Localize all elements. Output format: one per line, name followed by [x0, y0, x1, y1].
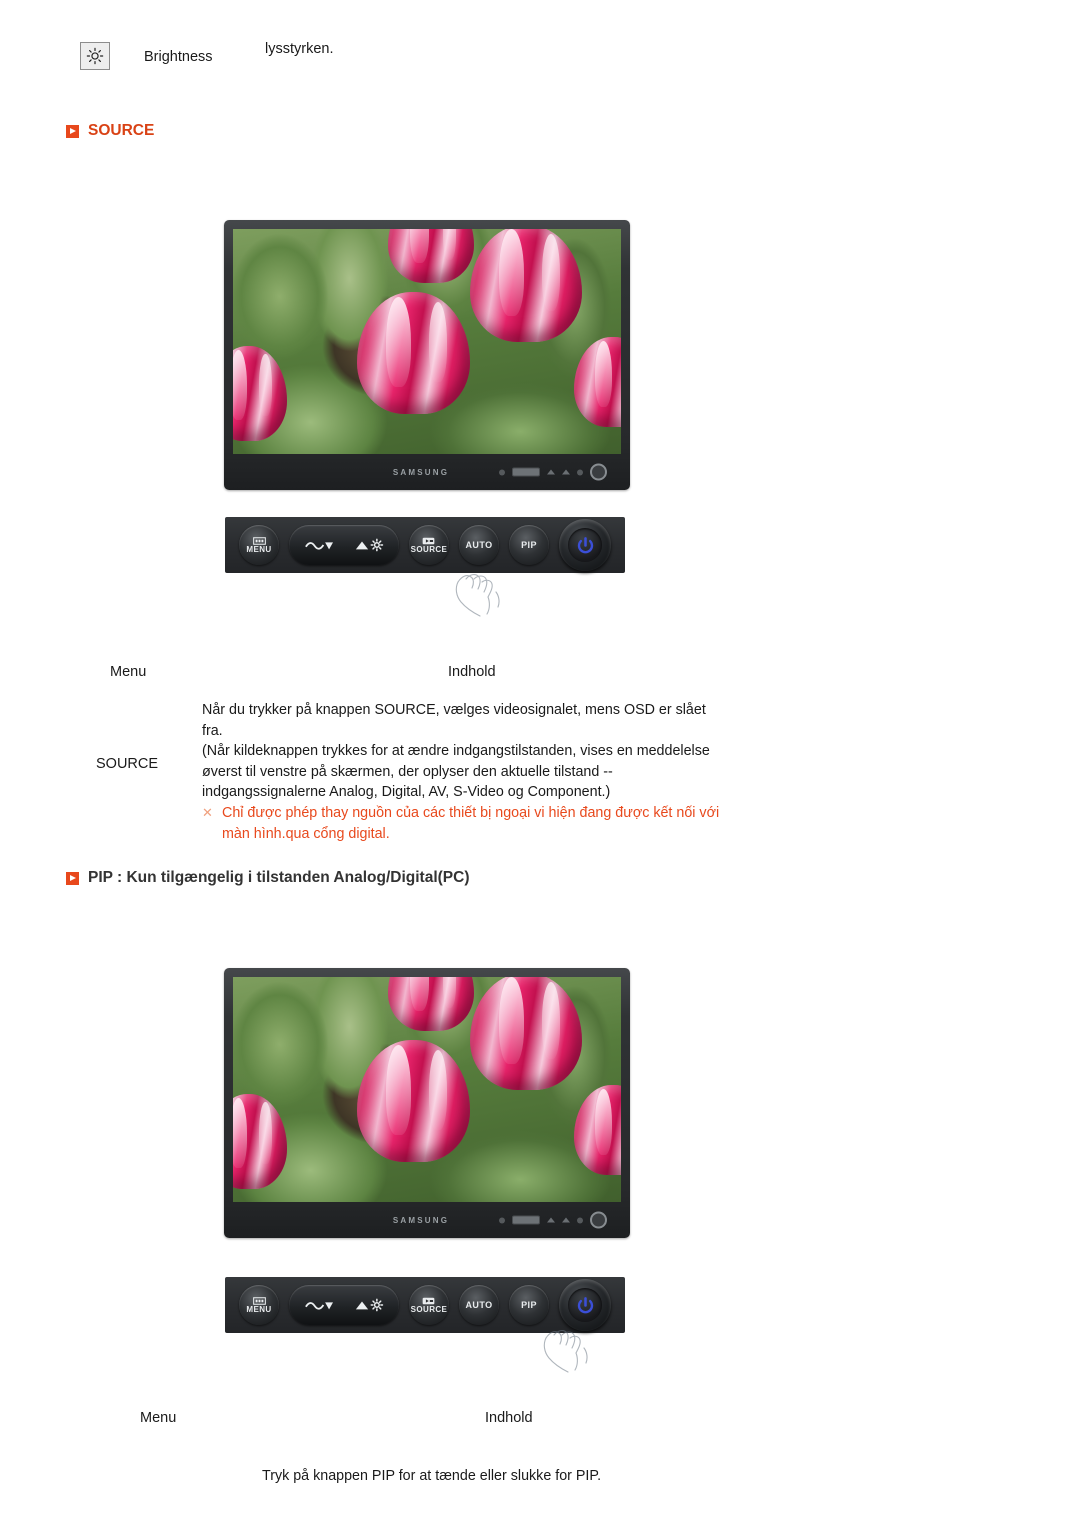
bezel-up-icon	[547, 469, 555, 475]
source-paragraph-line-4: øverst til venstre på skærmen, der oplys…	[202, 763, 613, 780]
pip-table-body-line: Tryk på knappen PIP for at tænde eller s…	[262, 1468, 602, 1484]
menu-button[interactable]: MENU	[239, 525, 279, 565]
bezel-dot2-icon	[577, 469, 583, 475]
bullet-marker-icon	[66, 871, 79, 885]
auto-button[interactable]: AUTO	[459, 525, 499, 565]
bezel-dot-icon	[499, 469, 505, 475]
source-button-label: SOURCE	[410, 544, 448, 554]
power-icon	[577, 536, 593, 553]
section-heading-pip-label: PIP : Kun tilgængelig i tilstanden Analo…	[88, 869, 470, 886]
brightness-label: Brightness	[144, 49, 213, 65]
note-asterisk-icon: ✕	[202, 804, 213, 820]
down-button[interactable]	[297, 1288, 341, 1322]
brightness-row: Brightness lysstyrken.	[80, 40, 580, 84]
bezel-dot-icon	[499, 1217, 505, 1223]
pip-button[interactable]: PIP	[509, 1285, 549, 1325]
hand-pointer-icon	[543, 1330, 588, 1373]
source-note-line-2: màn hình.qua cổng digital.	[222, 825, 390, 842]
pip-table: Menu Indhold Tryk på knappen PIP for at …	[0, 1408, 1080, 1484]
auto-button[interactable]: AUTO	[459, 1285, 499, 1325]
power-button[interactable]	[559, 519, 611, 571]
control-button-strip-source: MENU SOURCE AUTO PIP	[225, 517, 625, 573]
source-note: ✕ Chỉ được phép thay nguồn của các thiết…	[202, 803, 762, 844]
bezel-dot2-icon	[577, 1217, 583, 1223]
menu-button-label: MENU	[246, 1304, 272, 1314]
tulip-photo	[233, 229, 621, 454]
source-button[interactable]: SOURCE	[409, 525, 449, 565]
power-button-inner	[568, 528, 602, 562]
source-table-header: Menu Indhold	[0, 660, 1080, 690]
monitor-illustration-source: SAMSUNG	[224, 220, 630, 490]
power-button-inner	[568, 1288, 602, 1322]
down-button[interactable]	[297, 528, 341, 562]
samsung-logo: SAMSUNG	[392, 467, 450, 477]
source-button[interactable]: SOURCE	[409, 1285, 449, 1325]
source-table-body: Når du trykker på knappen SOURCE, vælges…	[202, 700, 762, 844]
menu-button[interactable]: MENU	[239, 1285, 279, 1325]
pip-table-col-menu: Menu	[140, 1410, 177, 1426]
bezel-power-icon	[590, 463, 607, 481]
brightness-value: lysstyrken.	[265, 41, 334, 57]
monitor-bottom-bezel: SAMSUNG	[233, 454, 621, 490]
samsung-logo: SAMSUNG	[392, 1215, 450, 1225]
power-icon	[577, 1296, 593, 1313]
pip-table-header: Menu Indhold	[0, 1408, 1080, 1438]
bezel-power-icon	[590, 1211, 607, 1229]
tulip-photo	[233, 977, 621, 1202]
updown-rocker-button[interactable]	[289, 525, 399, 565]
updown-rocker-button[interactable]	[289, 1285, 399, 1325]
bullet-marker-icon	[66, 124, 79, 138]
bezel-controls	[499, 463, 607, 481]
bezel-up-icon	[547, 1217, 555, 1223]
monitor-screen	[233, 977, 621, 1202]
source-paragraph-line-1: Når du trykker på knappen SOURCE, vælges…	[202, 702, 706, 718]
source-paragraph-line-5: indgangssignalerne Analog, Digital, AV, …	[202, 784, 611, 801]
up-button[interactable]	[347, 528, 391, 562]
source-paragraph-line-2: fra.	[202, 722, 223, 739]
auto-button-label: AUTO	[465, 1299, 493, 1310]
pip-button-label: PIP	[521, 539, 537, 550]
source-table: Menu Indhold SOURCE Når du trykker på kn…	[0, 660, 1080, 842]
brightness-sun-icon	[80, 42, 110, 70]
section-heading-pip: PIP : Kun tilgængelig i tilstanden Analo…	[66, 869, 469, 887]
section-heading-source-label: SOURCE	[88, 122, 155, 139]
bezel-slider-icon	[512, 1215, 540, 1225]
hand-pointer-icon	[455, 574, 500, 617]
source-table-col-menu: Menu	[110, 664, 147, 680]
monitor-bottom-bezel: SAMSUNG	[233, 1202, 621, 1238]
source-paragraph-line-3: (Når kildeknappen trykkes for at ændre i…	[202, 743, 710, 760]
pip-button[interactable]: PIP	[509, 525, 549, 565]
auto-button-label: AUTO	[465, 539, 493, 550]
bezel-slider-icon	[512, 467, 540, 477]
up-button[interactable]	[347, 1288, 391, 1322]
pip-table-col-indhold: Indhold	[485, 1410, 533, 1426]
pip-button-label: PIP	[521, 1299, 537, 1310]
bezel-down-icon	[562, 1217, 570, 1223]
menu-button-label: MENU	[246, 544, 272, 554]
source-table-row-label: SOURCE	[96, 756, 159, 772]
source-button-label: SOURCE	[410, 1304, 448, 1314]
monitor-screen	[233, 229, 621, 454]
source-note-line-1: Chỉ được phép thay nguồn của các thiết b…	[222, 804, 720, 821]
bezel-down-icon	[562, 469, 570, 475]
monitor-illustration-pip: SAMSUNG	[224, 968, 630, 1238]
section-heading-source: SOURCE	[66, 122, 154, 140]
bezel-controls	[499, 1211, 607, 1229]
source-table-col-indhold: Indhold	[448, 664, 496, 680]
